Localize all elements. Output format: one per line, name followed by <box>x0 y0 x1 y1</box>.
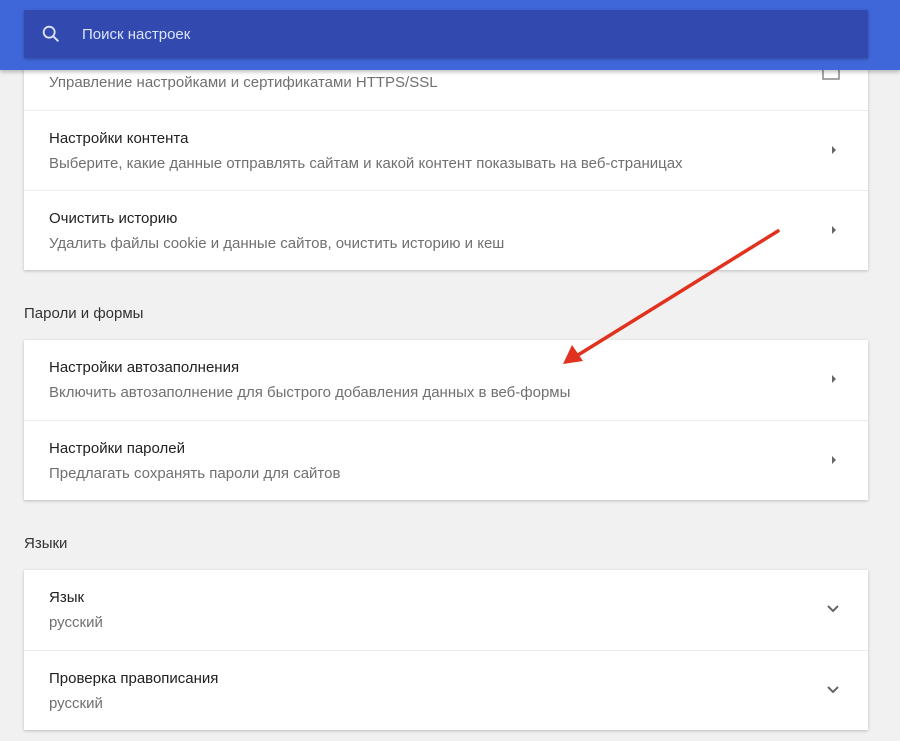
passwords-card: Настройки автозаполнения Включить автоза… <box>24 340 868 500</box>
row-subtitle: Управление настройками и сертификатами H… <box>49 74 438 91</box>
search-bar[interactable] <box>24 10 868 58</box>
chevron-down-icon <box>827 686 839 694</box>
row-subtitle: русский <box>49 614 103 631</box>
language-row[interactable]: Язык русский <box>24 570 868 650</box>
clear-history-row[interactable]: Очистить историю Удалить файлы cookie и … <box>24 190 868 270</box>
spellcheck-row[interactable]: Проверка правописания русский <box>24 650 868 730</box>
row-title: Язык <box>49 589 85 606</box>
row-title: Проверка правописания <box>49 670 219 687</box>
row-title: Очистить историю <box>49 210 178 227</box>
row-subtitle: Включить автозаполнение для быстрого доб… <box>49 384 571 401</box>
chevron-right-icon <box>832 226 836 234</box>
autofill-settings-row[interactable]: Настройки автозаполнения Включить автоза… <box>24 340 868 420</box>
row-title: Настройки автозаполнения <box>49 359 240 376</box>
section-heading-languages: Языки <box>24 535 68 552</box>
section-heading-passwords: Пароли и формы <box>24 305 144 322</box>
row-subtitle: Удалить файлы cookie и данные сайтов, оч… <box>49 235 505 252</box>
header <box>0 0 900 70</box>
row-subtitle: Предлагать сохранять пароли для сайтов <box>49 465 341 482</box>
chevron-down-icon <box>827 605 839 613</box>
search-icon <box>42 25 60 43</box>
row-subtitle: русский <box>49 695 103 712</box>
languages-card: Язык русский Проверка правописания русск… <box>24 570 868 730</box>
password-settings-row[interactable]: Настройки паролей Предлагать сохранять п… <box>24 420 868 500</box>
chevron-right-icon <box>832 146 836 154</box>
row-subtitle: Выберите, какие данные отправлять сайтам… <box>49 155 683 172</box>
content-settings-row[interactable]: Настройки контента Выберите, какие данны… <box>24 110 868 190</box>
row-title: Настройки контента <box>49 130 189 147</box>
row-title: Настройки паролей <box>49 440 186 457</box>
search-input[interactable] <box>82 25 782 43</box>
chevron-right-icon <box>832 456 836 464</box>
chevron-right-icon <box>832 375 836 383</box>
